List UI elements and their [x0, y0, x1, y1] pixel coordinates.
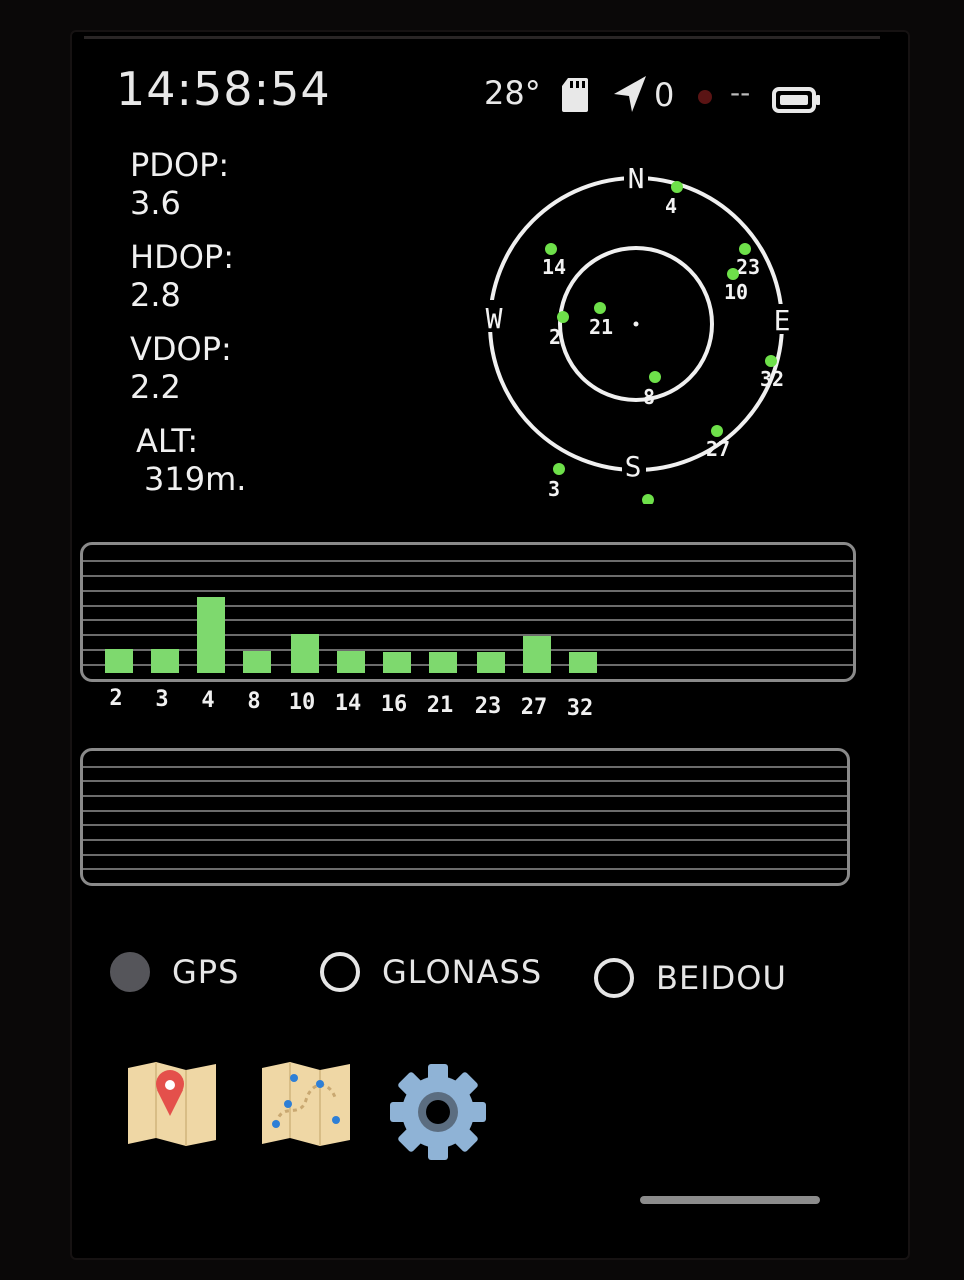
signal-bar-14: [337, 651, 365, 673]
satellite-marker-3: [553, 463, 565, 475]
satellite-skyplot: N W E S 414231022132827316: [482, 162, 794, 504]
home-indicator[interactable]: [640, 1196, 820, 1204]
signal-bar-21: [429, 652, 457, 673]
map-pin-app-icon[interactable]: [126, 1060, 218, 1148]
vdop-label: VDOP:: [130, 330, 232, 368]
app-shortcuts: [120, 1060, 520, 1170]
signal-bar-label-10: 10: [288, 690, 316, 715]
signal-bar-label-8: 8: [247, 689, 261, 714]
satellite-marker-27: [711, 425, 723, 437]
pdop-value: 3.6: [130, 184, 181, 222]
satellite-marker-23: [739, 243, 751, 255]
signal-bar-label-14: 14: [334, 691, 362, 716]
satellite-marker-2: [557, 311, 569, 323]
signal-bar-label-21: 21: [426, 693, 454, 718]
satellite-marker-16: [642, 494, 654, 504]
satellite-prn-label-4: 4: [665, 194, 677, 218]
satellites-in-use: 0: [654, 76, 675, 114]
vdop-value: 2.2: [130, 368, 181, 406]
signal-bar-16: [383, 652, 411, 673]
radio-gps-indicator[interactable]: [110, 952, 150, 992]
satellite-prn-label-3: 3: [548, 477, 560, 501]
device-screen: 14:58:54 28° 0 -- PDOP: 3.6 HDOP: 2.8 VD…: [70, 30, 910, 1260]
signal-bar-8: [243, 651, 271, 673]
satellite-prn-label-23: 23: [736, 255, 760, 279]
satellite-marker-32: [765, 355, 777, 367]
signal-bar-label-2: 2: [109, 686, 123, 711]
radio-glonass-indicator[interactable]: [320, 952, 360, 992]
signal-bar-label-27: 27: [520, 695, 548, 720]
signal-bar-label-32: 32: [566, 696, 594, 721]
radio-beidou[interactable]: BEIDOU: [594, 958, 787, 998]
signal-status: --: [730, 76, 751, 109]
chart-gridline: [83, 853, 847, 856]
chart-gridline: [83, 559, 853, 562]
clock: 14:58:54: [116, 62, 331, 116]
chart-gridline: [83, 824, 847, 827]
satellite-prn-label-27: 27: [706, 437, 730, 461]
satellite-prn-label-2: 2: [549, 325, 561, 349]
radio-beidou-label: BEIDOU: [656, 959, 787, 997]
compass-south: S: [625, 450, 642, 483]
signal-bar-27: [523, 636, 551, 673]
chart-gridline: [83, 795, 847, 797]
radio-glonass[interactable]: GLONASS: [320, 952, 542, 992]
chart-gridline: [83, 780, 847, 783]
compass-west: W: [486, 302, 503, 335]
record-dot-icon: [698, 90, 712, 104]
satellite-marker-10: [727, 268, 739, 280]
screen-top-edge: [84, 36, 880, 39]
radio-beidou-indicator[interactable]: [594, 958, 634, 998]
chart-gridline: [83, 765, 847, 768]
compass-north: N: [628, 162, 645, 195]
satellite-prn-label-14: 14: [542, 255, 566, 279]
signal-bar-label-3: 3: [155, 687, 169, 712]
chart-gridline: [83, 868, 847, 871]
signal-bar-label-4: 4: [201, 688, 215, 713]
chart-gridline: [83, 839, 847, 841]
route-map-app-icon[interactable]: [260, 1060, 352, 1148]
secondary-signal-chart: [80, 748, 850, 886]
satellite-prn-label-32: 32: [760, 367, 784, 391]
altitude-value: 319m.: [144, 460, 247, 498]
skyplot-center: [633, 321, 639, 327]
constellation-selector: GPS GLONASS BEIDOU: [110, 952, 890, 1012]
signal-bar-label-16: 16: [380, 692, 408, 717]
signal-bar-3: [151, 649, 179, 673]
status-bar: 14:58:54 28° 0 --: [70, 46, 910, 116]
signal-bar-23: [477, 652, 505, 673]
satellite-marker-4: [671, 181, 683, 193]
temperature: 28°: [484, 74, 541, 112]
signal-strength-prn-labels: 2 3 4 8 10 14 16 21 23 27 32: [80, 686, 856, 721]
satellite-marker-14: [545, 243, 557, 255]
radio-gps-label: GPS: [172, 953, 240, 991]
signal-bar-label-23: 23: [474, 694, 502, 719]
dop-panel: PDOP: 3.6 HDOP: 2.8 VDOP: 2.2 ALT: 319m.: [130, 146, 330, 514]
altitude-label: ALT:: [136, 422, 199, 460]
signal-strength-chart: [80, 542, 856, 682]
chart-gridline: [83, 809, 847, 812]
signal-bar-4: [197, 597, 225, 673]
satellite-marker-21: [594, 302, 606, 314]
compass-east: E: [774, 304, 791, 337]
hdop-value: 2.8: [130, 276, 181, 314]
chart-gridline: [83, 574, 853, 577]
satellite-marker-8: [649, 371, 661, 383]
signal-bar-32: [569, 652, 597, 673]
hdop-label: HDOP:: [130, 238, 234, 276]
sd-card-icon: [562, 78, 588, 112]
satellite-prn-label-21: 21: [589, 315, 613, 339]
navigation-arrow-icon: [614, 76, 646, 112]
satellite-prn-label-10: 10: [724, 280, 748, 304]
pdop-label: PDOP:: [130, 146, 230, 184]
signal-bar-10: [291, 634, 319, 673]
radio-glonass-label: GLONASS: [382, 953, 543, 991]
settings-gear-icon[interactable]: [386, 1060, 490, 1164]
signal-bar-2: [105, 649, 133, 673]
chart-gridline: [83, 589, 853, 592]
battery-icon: [772, 87, 820, 113]
radio-gps[interactable]: GPS: [110, 952, 239, 992]
satellite-prn-label-8: 8: [643, 385, 655, 409]
